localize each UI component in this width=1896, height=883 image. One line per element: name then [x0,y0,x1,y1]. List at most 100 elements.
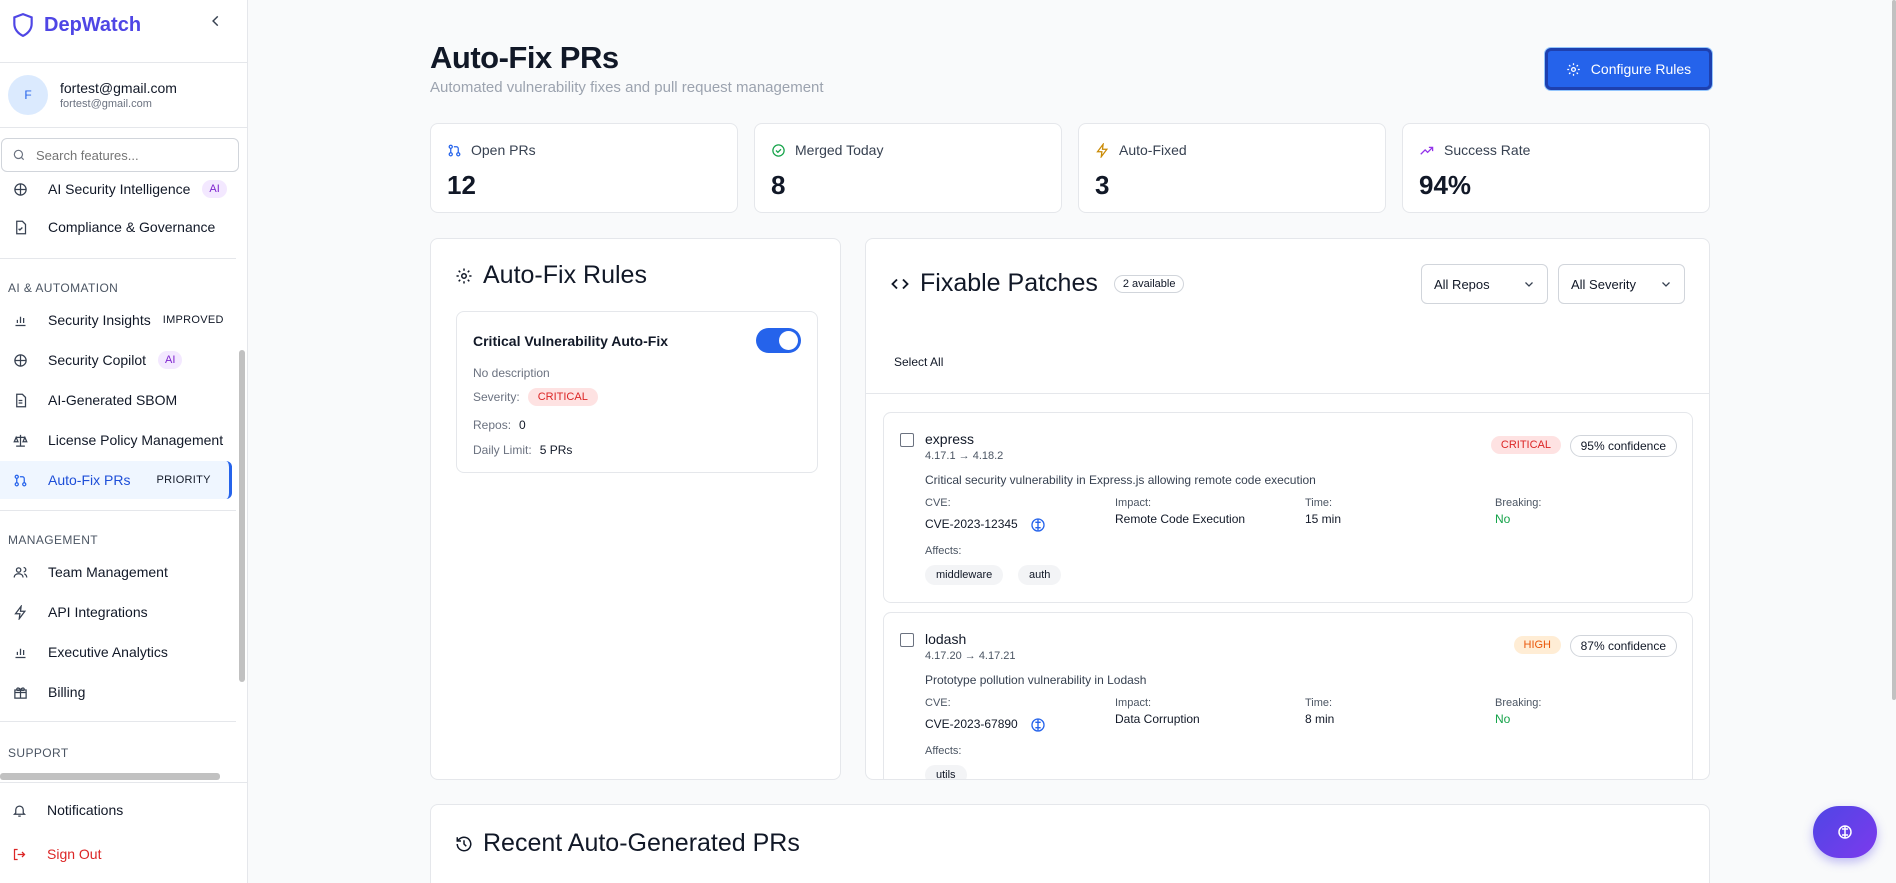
external-link-icon[interactable] [1030,517,1046,533]
sidebar-item-notifications[interactable]: Notifications [0,792,240,828]
bar-chart-icon [12,644,28,660]
sidebar-horizontal-scrollbar[interactable] [0,773,220,780]
sidebar-nav: AI Security Intelligence AI Compliance &… [0,176,240,774]
configure-rules-button[interactable]: Configure Rules [1545,48,1712,90]
sidebar-item-team-management[interactable]: Team Management [0,553,232,591]
patch-card-express[interactable]: express 4.17.1 → 4.18.2 CRITICAL 95% con… [883,412,1693,603]
repo-filter-select[interactable]: All Repos [1421,264,1548,304]
select-all-button[interactable]: Select All [894,355,943,369]
patch-package-name: lodash [925,631,967,647]
search-input[interactable] [36,147,216,163]
sidebar-scrollbar[interactable] [239,350,245,682]
confidence-badge: 95% confidence [1569,435,1677,457]
sign-out-button[interactable]: Sign Out [0,836,240,872]
feature-search[interactable] [1,138,239,172]
brain-icon [1838,825,1852,839]
stat-value: 3 [1095,170,1110,200]
rule-description-text: No description [473,366,550,380]
rule-item[interactable]: Critical Vulnerability Auto-Fix No descr… [456,311,818,473]
fixable-patches-card: Fixable Patches 2 available All Repos Al… [865,238,1710,780]
gear-icon [1567,62,1580,76]
impact-label: Impact: [1115,697,1152,709]
sidebar-item-compliance[interactable]: Compliance & Governance [0,208,232,246]
cve-label: CVE: [925,697,951,709]
recent-prs-title-text: Recent Auto-Generated PRs [483,829,800,857]
user-profile[interactable]: F fortest@gmail.com fortest@gmail.com [0,62,247,128]
patch-card-lodash[interactable]: lodash 4.17.20 → 4.17.21 HIGH 87% confid… [883,612,1693,779]
sidebar-item-label: AI Security Intelligence [48,181,191,197]
affects-label: Affects: [925,545,962,557]
bar-chart-icon [12,312,28,328]
section-support: SUPPORT [8,746,69,760]
sidebar-item-label: Billing [48,684,86,700]
repo-filter-value: All Repos [1434,276,1490,292]
sidebar-item-label: Executive Analytics [48,644,168,660]
sidebar-item-auto-fix-prs[interactable]: Auto-Fix PRs PRIORITY [0,461,232,499]
cve-id: CVE-2023-12345 [925,517,1018,531]
rule-repos-value: 0 [519,418,526,432]
stat-card-open-prs: Open PRs 12 [430,123,738,213]
sidebar-item-ai-sbom[interactable]: AI-Generated SBOM [0,381,232,419]
sidebar-item-ai-security-intelligence[interactable]: AI Security Intelligence AI [0,176,232,208]
sidebar-item-label: Team Management [48,564,168,580]
configure-rules-label: Configure Rules [1590,61,1692,77]
stat-value: 12 [447,170,476,200]
brand[interactable]: DepWatch [10,10,141,40]
sidebar-item-executive-analytics[interactable]: Executive Analytics [0,633,232,671]
sidebar-item-billing[interactable]: Billing [0,673,232,711]
rule-daily-limit: Daily Limit: 5 PRs [473,443,572,457]
time-value: 15 min [1305,512,1342,526]
sidebar-item-label: Sign Out [47,846,102,862]
history-icon [456,836,472,851]
collapse-sidebar-button[interactable] [209,14,223,28]
breaking-label: Breaking: [1495,497,1542,509]
search-icon [13,149,25,161]
page-subtitle: Automated vulnerability fixes and pull r… [430,79,824,96]
sidebar-item-label: Security Insights [48,312,151,328]
stat-card-auto-fixed: Auto-Fixed 3 [1078,123,1386,213]
rule-limit-label: Daily Limit: [473,443,532,457]
rule-enabled-toggle[interactable] [756,328,801,353]
stat-label: Merged Today [795,142,884,158]
impact-value: Remote Code Execution [1115,512,1246,526]
stat-card-merged-today: Merged Today 8 [754,123,1062,213]
confidence-badge: 87% confidence [1569,635,1677,657]
nav-divider [0,510,236,511]
scale-icon [12,432,28,448]
recent-prs-title: Recent Auto-Generated PRs [455,829,800,858]
sidebar-item-license-policy[interactable]: License Policy Management [0,421,232,459]
severity-filter-select[interactable]: All Severity [1558,264,1685,304]
stat-value: 94% [1419,170,1472,200]
brain-icon [12,352,28,368]
users-icon [12,564,28,580]
rule-repos-label: Repos: [473,418,512,432]
main-content: Auto-Fix PRs Automated vulnerability fix… [249,0,1894,883]
patch-checkbox[interactable] [900,633,914,647]
chevron-left-icon [212,15,219,27]
time-label: Time: [1305,497,1333,509]
affects-label: Affects: [925,745,962,757]
ai-assistant-fab[interactable] [1813,806,1877,858]
nav-divider [0,258,236,259]
breaking-value: No [1495,712,1511,726]
rule-severity-label: Severity: [473,390,520,404]
patch-checkbox[interactable] [900,433,914,447]
patch-version: 4.17.1 → 4.18.2 [925,450,1004,462]
sidebar-item-security-copilot[interactable]: Security Copilot AI [0,341,232,379]
severity-badge: HIGH [1513,636,1561,654]
patches-count-badge: 2 available [1113,274,1185,293]
chevron-down-icon [1525,282,1533,287]
logout-icon [12,847,27,862]
lightning-icon [1096,142,1109,158]
avatar: F [8,75,48,115]
impact-label: Impact: [1115,497,1152,509]
user-email: fortest@gmail.com [60,80,177,96]
external-link-icon[interactable] [1030,717,1046,733]
page-scrollbar[interactable] [1892,0,1896,700]
rules-title-text: Auto-Fix Rules [483,261,647,289]
sidebar-item-api-integrations[interactable]: API Integrations [0,593,232,631]
sidebar-item-security-insights[interactable]: Security Insights IMPROVED [0,301,232,339]
section-management: MANAGEMENT [8,533,99,547]
patch-description: Critical security vulnerability in Expre… [925,473,1316,487]
patches-divider [866,393,1709,394]
